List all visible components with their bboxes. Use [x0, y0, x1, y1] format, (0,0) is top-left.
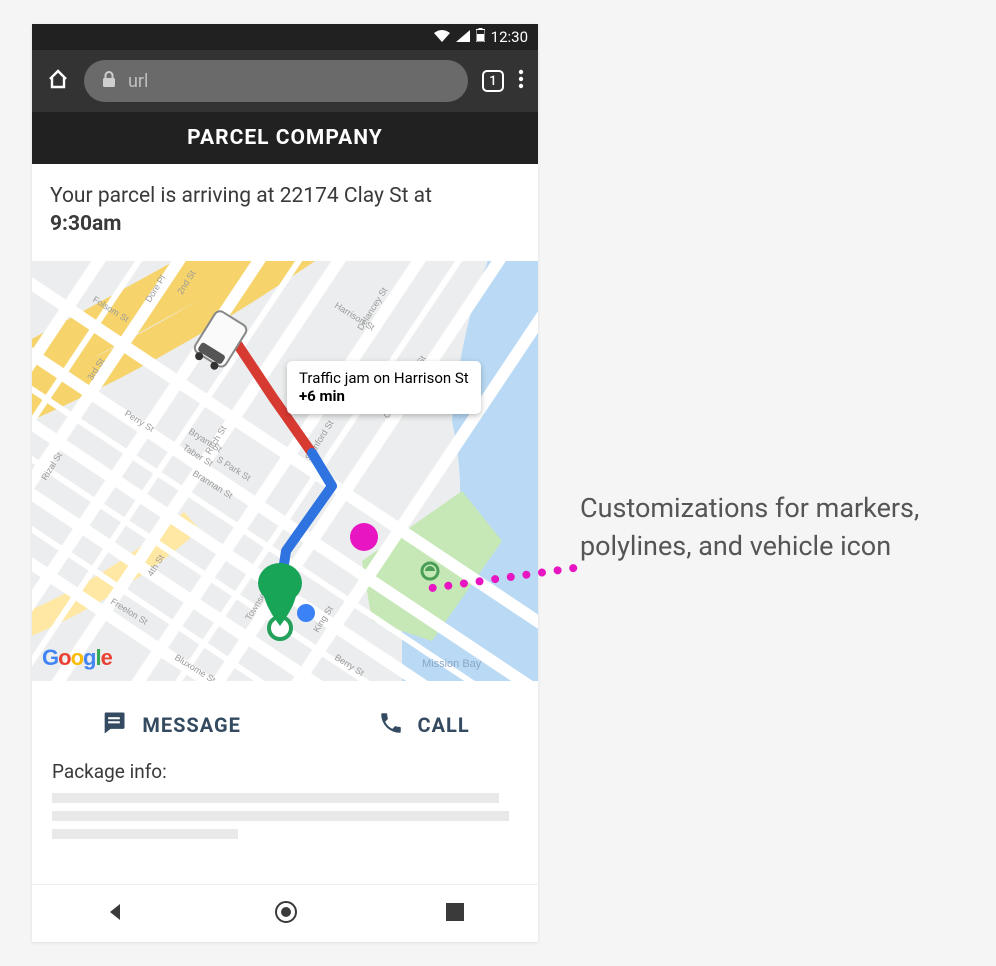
message-label: MESSAGE	[142, 713, 241, 737]
battery-icon	[476, 28, 485, 46]
url-text: url	[128, 71, 148, 92]
map-view[interactable]: Folsom St 2nd St 3rd St Bryant St Branna…	[32, 261, 538, 681]
cellular-icon	[456, 28, 470, 46]
back-icon[interactable]	[106, 902, 126, 926]
tab-count[interactable]: 1	[482, 70, 504, 92]
message-icon	[100, 709, 128, 742]
annotation-text: Customizations for markers, polylines, a…	[580, 490, 996, 566]
call-button[interactable]: CALL	[378, 710, 470, 741]
call-label: CALL	[418, 713, 470, 737]
annotation-highlight-dot	[350, 523, 378, 551]
android-nav-bar	[32, 884, 538, 942]
status-bar: 12:30	[32, 24, 538, 50]
skeleton-placeholder	[52, 793, 518, 839]
phone-icon	[378, 710, 404, 741]
home-icon[interactable]	[46, 67, 70, 95]
google-logo: Google	[42, 645, 112, 671]
brand-header: PARCEL COMPANY	[32, 112, 538, 164]
message-button[interactable]: MESSAGE	[100, 709, 241, 742]
wifi-icon	[434, 28, 450, 46]
lock-icon	[102, 71, 116, 92]
arrival-time: 9:30am	[50, 212, 122, 236]
recents-icon[interactable]	[446, 903, 464, 925]
clock-text: 12:30	[491, 28, 528, 46]
browser-toolbar: url 1	[32, 50, 538, 112]
phone-frame: 12:30 url 1 PARCEL COMPANY Your parcel i…	[32, 24, 538, 942]
arrival-message: Your parcel is arriving at 22174 Clay St…	[32, 164, 538, 261]
package-info-section: Package info:	[32, 760, 538, 857]
callout-text: Traffic jam on Harrison St	[299, 369, 469, 388]
url-bar[interactable]: url	[84, 60, 468, 102]
callout-delay: +6 min	[299, 387, 345, 405]
map-svg: Folsom St 2nd St 3rd St Bryant St Branna…	[32, 261, 538, 681]
home-nav-icon[interactable]	[274, 900, 298, 928]
package-info-heading: Package info:	[52, 760, 518, 783]
action-row: MESSAGE CALL	[32, 681, 538, 760]
svg-text:Mission Bay: Mission Bay	[422, 658, 482, 670]
more-icon[interactable]	[518, 69, 524, 93]
traffic-callout: Traffic jam on Harrison St +6 min	[287, 361, 481, 415]
arrival-text: Your parcel is arriving at 22174 Clay St…	[50, 184, 432, 208]
